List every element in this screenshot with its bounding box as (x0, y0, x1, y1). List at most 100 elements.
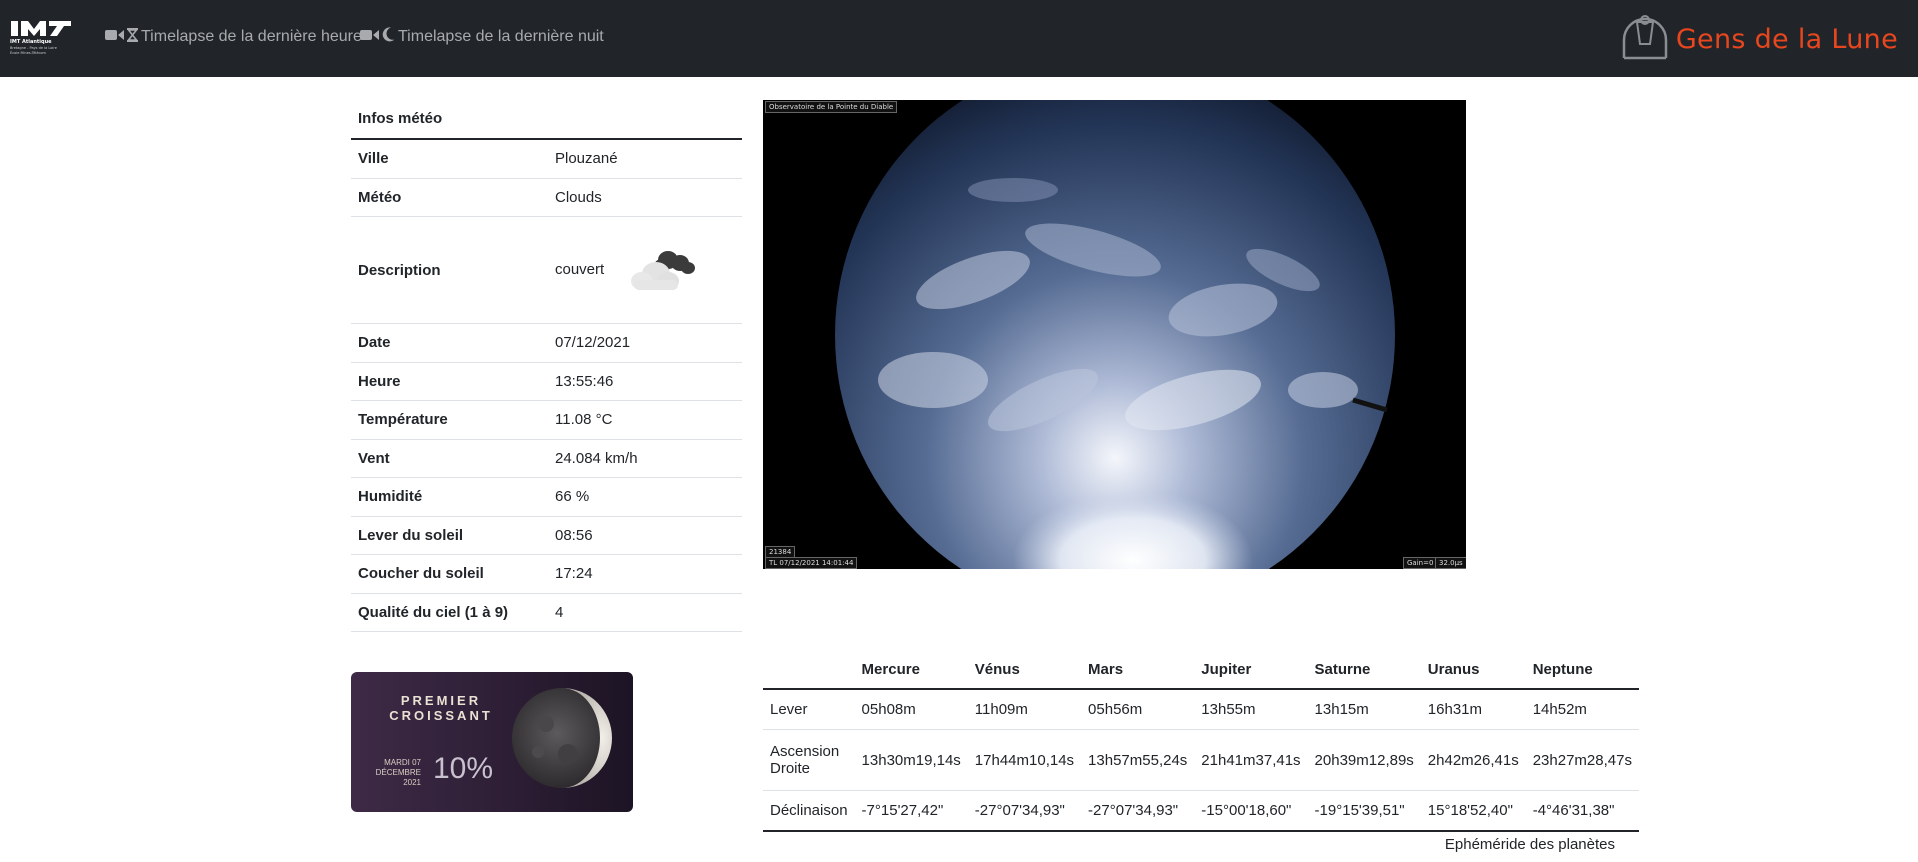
moon-date: MARDI 07 DÉCEMBRE 2021 (357, 758, 421, 788)
nav-link-label: Timelapse de la dernière nuit (398, 28, 604, 45)
weather-row: Coucher du soleil 17:24 (351, 554, 742, 594)
weather-key: Coucher du soleil (351, 554, 548, 594)
overcast-cloud-icon (626, 244, 696, 296)
moon-illumination: 10% (433, 752, 494, 785)
nav-link-timelapse-hour[interactable]: Timelapse de la dernière heure (105, 26, 362, 48)
weather-value: 13:55:46 (548, 362, 742, 401)
weather-row: Humidité 66 % (351, 477, 742, 517)
planet-cell: 21h41m37,41s (1194, 729, 1308, 791)
nav-link-timelapse-night[interactable]: Timelapse de la dernière nuit (360, 26, 604, 48)
planet-col-venus: Vénus (967, 650, 1082, 690)
planet-ephemeris-table: Mercure Vénus Mars Jupiter Saturne Uranu… (763, 650, 1639, 832)
weather-value: Plouzané (548, 139, 742, 179)
planet-col-saturne: Saturne (1307, 650, 1421, 690)
moon-date-line-2: DÉCEMBRE 2021 (375, 768, 421, 787)
weather-key: Température (351, 400, 548, 440)
planet-cell: 13h15m (1307, 689, 1421, 730)
planet-col-uranus: Uranus (1420, 650, 1526, 690)
weather-key: Date (351, 323, 548, 363)
video-camera-icon (105, 28, 124, 46)
planet-cell: 20h39m12,89s (1307, 729, 1421, 791)
weather-key: Heure (351, 362, 548, 401)
video-camera-icon (360, 28, 379, 46)
planet-table-caption: Ephéméride des planètes (1444, 836, 1615, 853)
weather-key: Humidité (351, 477, 548, 517)
planet-col-mars: Mars (1081, 650, 1195, 690)
weather-key: Ville (351, 139, 548, 179)
weather-row: Date 07/12/2021 (351, 323, 742, 363)
weather-value: Clouds (548, 178, 742, 217)
planet-col-neptune: Neptune (1525, 650, 1639, 690)
gens-de-la-lune-brand[interactable]: Gens de la Lune (1620, 14, 1898, 64)
weather-row: Lever du soleil 08:56 (351, 516, 742, 555)
planet-row-declinaison: Déclinaison -7°15'27,42" -27°07'34,93" -… (763, 790, 1639, 832)
weather-value: 4 (548, 593, 742, 632)
planet-row-label: Lever (763, 689, 855, 730)
observatory-dome-icon (1620, 14, 1670, 65)
weather-key: Météo (351, 178, 548, 217)
moon-date-line-1: MARDI 07 (384, 758, 421, 767)
planet-cell: -15°00'18,60" (1194, 790, 1308, 832)
weather-table-title: Infos météo (351, 99, 742, 140)
planet-cell: 13h55m (1194, 689, 1308, 730)
planet-cell: -27°07'34,93" (967, 790, 1082, 832)
weather-key: Qualité du ciel (1 à 9) (351, 593, 548, 632)
planet-row-lever: Lever 05h08m 11h09m 05h56m 13h55m 13h15m… (763, 689, 1639, 730)
top-navbar: IMT Atlantique Bretagne - Pays de la Loi… (0, 0, 1918, 77)
brand-title: Gens de la Lune (1675, 23, 1898, 55)
planet-cell: -7°15'27,42" (854, 790, 968, 832)
weather-row: Ville Plouzané (351, 139, 742, 179)
weather-row: Température 11.08 °C (351, 400, 742, 440)
weather-row: Météo Clouds (351, 178, 742, 217)
planet-row-label: Déclinaison (763, 790, 855, 832)
planet-cell: 14h52m (1525, 689, 1639, 730)
planet-row-ascension-droite: Ascension Droite 13h30m19,14s 17h44m10,1… (763, 729, 1639, 791)
weather-row: Qualité du ciel (1 à 9) 4 (351, 593, 742, 632)
planet-cell: 16h31m (1420, 689, 1526, 730)
planet-cell: 17h44m10,14s (967, 729, 1082, 791)
weather-row: Heure 13:55:46 (351, 362, 742, 401)
weather-info-table: Infos météo Ville Plouzané Météo Clouds De… (351, 99, 742, 632)
planet-cell: 11h09m (967, 689, 1082, 730)
moon-phase-line-2: CROISSANT (389, 708, 493, 723)
planet-cell: 23h27m28,47s (1525, 729, 1639, 791)
weather-value: 17:24 (548, 554, 742, 594)
weather-value: 11.08 °C (548, 400, 742, 440)
planet-header-row: Mercure Vénus Mars Jupiter Saturne Uranu… (763, 650, 1639, 690)
camera-gain-overlay: Gain=0 (1403, 557, 1438, 569)
planet-cell: 2h42m26,41s (1420, 729, 1526, 791)
all-sky-camera-image[interactable]: Observatoire de la Pointe du Diable 2138… (763, 100, 1466, 569)
weather-key: Description (351, 216, 548, 324)
logo-line-1: IMT Atlantique (10, 39, 52, 45)
planet-col-jupiter: Jupiter (1194, 650, 1308, 690)
imt-logo-graphic: IMT Atlantique Bretagne - Pays de la Loi… (10, 21, 71, 55)
weather-value: 08:56 (548, 516, 742, 555)
weather-row: Description couvert (351, 216, 742, 324)
weather-description-cell: couvert (548, 216, 742, 324)
weather-value: couvert (555, 260, 605, 278)
weather-value: 24.084 km/h (548, 439, 742, 478)
weather-value: 07/12/2021 (548, 323, 742, 363)
planet-cell: 13h30m19,14s (854, 729, 968, 791)
weather-row: Vent 24.084 km/h (351, 439, 742, 478)
moon-phase-line-1: PREMIER (400, 693, 482, 708)
planet-cell: 15°18'52,40" (1420, 790, 1526, 832)
planet-cell: -27°07'34,93" (1081, 790, 1195, 832)
planet-row-label: Ascension Droite (763, 729, 855, 791)
nav-link-label: Timelapse de la dernière heure (141, 28, 362, 45)
imt-atlantique-logo[interactable]: IMT Atlantique Bretagne - Pays de la Loi… (10, 18, 72, 58)
hourglass-icon (126, 27, 139, 47)
moon-phase-card: PREMIER CROISSANT MARDI 07 DÉCEMBRE 2021… (351, 672, 633, 812)
planet-cell: -19°15'39,51" (1307, 790, 1421, 832)
camera-title-overlay: Observatoire de la Pointe du Diable (765, 101, 898, 113)
planet-cell: 05h56m (1081, 689, 1195, 730)
weather-value: 66 % (548, 477, 742, 517)
moon-crescent-icon (508, 684, 616, 797)
sky-fisheye-image (763, 100, 1466, 569)
camera-exposure-overlay: 32.0µs (1435, 557, 1466, 569)
planet-col-mercure: Mercure (854, 650, 968, 690)
logo-line-2: Bretagne - Pays de la Loire (10, 46, 57, 50)
planet-cell: 13h57m55,24s (1081, 729, 1195, 791)
moon-icon (382, 27, 395, 47)
planet-cell: 05h08m (854, 689, 968, 730)
